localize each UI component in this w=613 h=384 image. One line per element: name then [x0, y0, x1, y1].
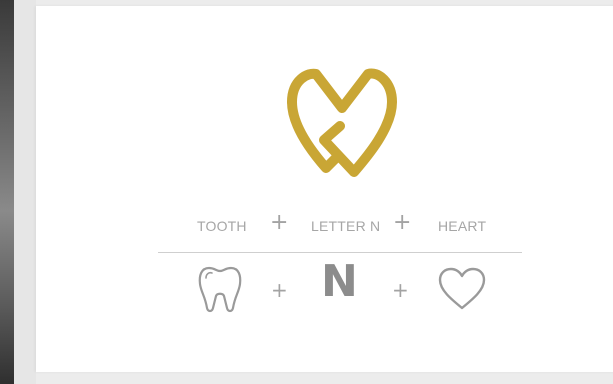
caption-plus-1: + — [270, 210, 289, 235]
tooth-heart-monogram-icon — [287, 68, 397, 177]
heart-icon — [438, 267, 486, 310]
caption-letter-n: LETTER N — [311, 218, 381, 234]
caption-plus-2: + — [393, 210, 412, 235]
background-photo-strip — [0, 0, 14, 384]
tooth-icon — [198, 266, 242, 313]
page-gutter — [14, 0, 36, 384]
logo-concept-card — [36, 6, 613, 372]
icon-plus-1: + — [271, 278, 288, 302]
icon-plus-2: + — [392, 278, 409, 302]
caption-tooth: TOOTH — [197, 218, 247, 234]
letter-n: N — [321, 256, 358, 307]
divider-line — [158, 252, 522, 253]
caption-heart: HEART — [438, 218, 487, 234]
